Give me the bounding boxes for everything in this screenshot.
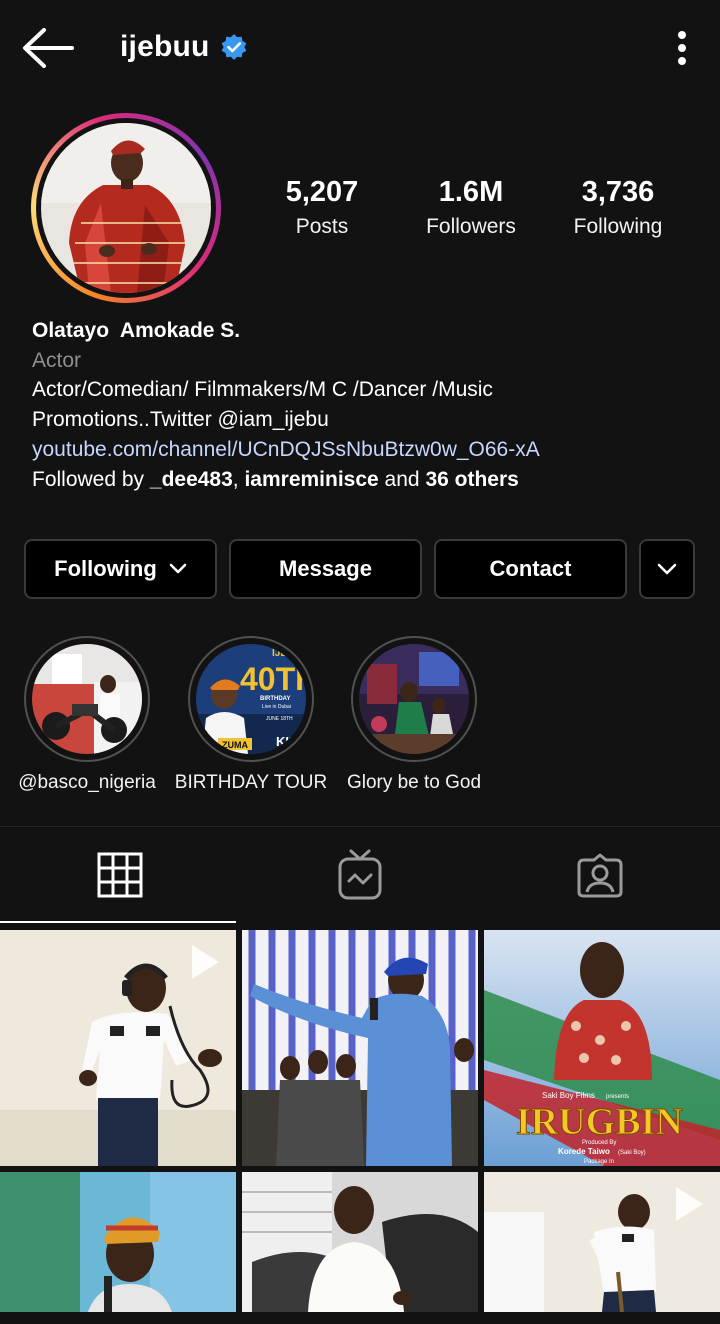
birthday-tag-2: ZUMA <box>222 740 248 750</box>
tab-grid[interactable] <box>0 827 240 923</box>
highlight-cover <box>359 644 469 754</box>
bio-link[interactable]: youtube.com/channel/UCnDQJSsNbuBtzw0w_O6… <box>32 435 702 465</box>
birthday-date-text: JUNE 18TH <box>266 716 293 722</box>
highlight-glory[interactable]: Glory be to God <box>344 636 484 793</box>
irugbin-title: IRUGBIN <box>516 1101 683 1143</box>
message-button-label: Message <box>279 556 372 581</box>
irugbin-presents: presents <box>606 1094 629 1100</box>
profile-avatar <box>41 123 211 293</box>
profile-category: Actor <box>32 348 82 372</box>
igtv-icon <box>338 849 382 900</box>
followed-user-2[interactable]: iamreminisce <box>244 468 378 491</box>
post-thumbnail[interactable] <box>242 1172 478 1312</box>
followed-prefix: Followed by <box>32 467 150 491</box>
birthday-big-text: 40TH <box>240 661 306 697</box>
highlight-birthday-tour[interactable]: IJEBU 40TH BIRTHDAY Live in Dubai JUNE 1… <box>175 636 327 793</box>
bio-line-2: Promotions..Twitter @iam_ijebu <box>32 408 329 432</box>
contact-button[interactable]: Contact <box>434 539 627 599</box>
followed-and: and <box>378 467 426 491</box>
post-thumbnail[interactable]: Saki Boy Films presents IRUGBIN Produced… <box>484 930 720 1166</box>
tab-tagged[interactable] <box>480 827 720 923</box>
post-thumbnail[interactable] <box>0 1172 236 1312</box>
followers-count: 1.6M <box>438 176 504 208</box>
following-button[interactable]: Following <box>24 539 217 599</box>
followers-label: Followers <box>426 215 516 238</box>
post-thumbnail[interactable] <box>0 930 236 1166</box>
highlight-label: Glory be to God <box>346 772 482 793</box>
username-text: ijebuu <box>120 30 210 63</box>
birthday-tag-1: KIZA <box>276 734 306 749</box>
profile-bio: Olatayo Amokade S. Actor Actor/Comedian/… <box>32 316 702 494</box>
suggested-accounts-button[interactable] <box>639 539 695 599</box>
display-name: Olatayo Amokade S. <box>32 319 241 342</box>
irugbin-producer-alias: (Saki Boy) <box>618 1150 646 1156</box>
irugbin-producer: Korede Taiwo <box>558 1147 610 1156</box>
arrow-left-icon[interactable] <box>20 26 76 70</box>
video-icon <box>192 945 219 979</box>
highlight-cover: IJEBU 40TH BIRTHDAY Live in Dubai JUNE 1… <box>196 644 306 754</box>
highlight-basco[interactable]: @basco_nigeria <box>17 636 157 793</box>
birthday-brand: IJEBU <box>272 648 301 659</box>
post-thumbnail[interactable] <box>484 1172 720 1312</box>
profile-actions: Following Message Contact <box>0 539 720 599</box>
post-thumbnail[interactable] <box>242 930 478 1166</box>
highlight-cover <box>32 644 142 754</box>
tab-igtv[interactable] <box>240 827 480 923</box>
posts-stat[interactable]: 5,207 Posts <box>276 176 368 239</box>
followed-separator: , <box>232 467 245 491</box>
more-vertical-icon[interactable] <box>664 28 700 68</box>
followed-by[interactable]: Followed by _dee483, iamreminisce and 36… <box>32 465 702 495</box>
chevron-down-icon <box>657 563 677 574</box>
verified-badge-icon <box>221 34 246 60</box>
video-icon <box>676 1187 703 1221</box>
posts-label: Posts <box>295 215 349 238</box>
chevron-down-icon <box>169 563 187 574</box>
contact-button-label: Contact <box>489 556 572 581</box>
grid-icon <box>97 852 143 898</box>
following-stat[interactable]: 3,736 Following <box>560 176 676 239</box>
tagged-user-icon <box>577 853 623 898</box>
top-bar: ijebuu <box>0 0 720 100</box>
bio-line-1: Actor/Comedian/ Filmmakers/M C /Dancer /… <box>32 378 493 402</box>
following-label: Following <box>573 215 663 238</box>
birthday-city-text: Live in Dubai <box>262 704 291 710</box>
irugbin-presenter: Saki Boy Films <box>542 1091 595 1100</box>
irugbin-package: Package In <box>584 1159 614 1165</box>
profile-tabs <box>0 826 720 924</box>
profile-avatar-ring[interactable] <box>31 113 221 303</box>
message-button[interactable]: Message <box>229 539 422 599</box>
followed-others[interactable]: 36 others <box>425 468 518 491</box>
irugbin-produced-by: Produced By <box>582 1140 616 1146</box>
following-button-label: Following <box>54 556 157 581</box>
active-tab-indicator <box>0 921 236 923</box>
followed-user-1[interactable]: _dee483 <box>150 468 233 491</box>
profile-username: ijebuu <box>120 30 248 64</box>
followers-stat[interactable]: 1.6M Followers <box>410 176 532 239</box>
birthday-sub-text: BIRTHDAY <box>260 696 290 702</box>
posts-count: 5,207 <box>285 176 359 208</box>
following-count: 3,736 <box>581 176 655 208</box>
